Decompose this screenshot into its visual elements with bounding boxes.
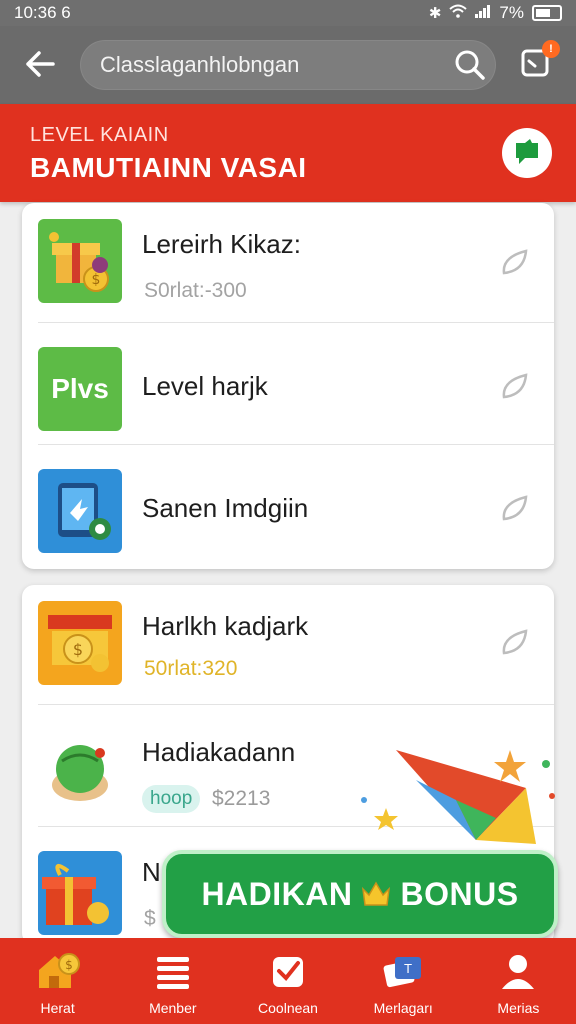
bonus-label-right: BONUS	[400, 875, 519, 912]
list-item[interactable]: Plvs Level harjk	[22, 325, 554, 445]
battery-percent: 7%	[499, 3, 524, 22]
crown-icon	[362, 881, 391, 906]
leaf-edit-icon	[502, 629, 528, 655]
plus-badge-icon: Plvs	[38, 347, 122, 431]
item-title: Lereirh Kikaz:	[142, 229, 301, 259]
back-arrow-icon	[26, 51, 55, 77]
item-title: Harlkh kadjark	[142, 611, 309, 641]
item-subtitle: S0rlat:-300	[144, 279, 247, 302]
bottom-tab-bar: $ Herat Menber Coolnean T Merlagarı Meri…	[0, 938, 576, 1024]
wifi-icon	[449, 4, 468, 22]
tab-label: Merias	[497, 1000, 540, 1016]
search-input[interactable]: Classlaganhlobngan	[100, 52, 299, 78]
home-coin-icon: $	[35, 948, 81, 994]
edit-button[interactable]	[498, 369, 532, 403]
svg-text:$: $	[73, 640, 83, 659]
list-item[interactable]: $ Lereirh Kikaz: S0rlat:-300	[22, 203, 554, 323]
notification-badge: !	[542, 40, 560, 58]
melon-bowl-icon	[38, 727, 122, 811]
svg-text:$: $	[92, 272, 101, 288]
item-title: Level harjk	[142, 371, 268, 401]
bluetooth-icon: ✱	[428, 5, 442, 22]
bonus-button[interactable]: HADIKAN BONUS	[162, 850, 558, 938]
user-icon	[495, 948, 541, 994]
item-price: $2213	[212, 787, 271, 810]
status-bar: 10:36 6 ✱ 7%	[0, 0, 576, 26]
edit-button[interactable]	[498, 491, 532, 525]
gift-stack-icon	[38, 851, 122, 935]
tab-home[interactable]: $ Herat	[0, 938, 115, 1024]
list-item[interactable]: Sanen Imdgiin	[22, 447, 554, 567]
leaf-edit-icon	[502, 249, 528, 275]
tablet-icon	[38, 469, 122, 553]
battery-icon	[532, 5, 562, 21]
search-icon	[455, 50, 485, 80]
svg-text:T: T	[404, 962, 413, 976]
level-banner: LEVEL KAIAIN BAMUTIAINN VASAI	[0, 104, 576, 202]
check-icon	[265, 948, 311, 994]
treasure-icon: $	[38, 601, 122, 685]
leaf-edit-icon	[502, 495, 528, 521]
chat-button[interactable]	[502, 128, 552, 178]
item-subtitle: $	[144, 907, 156, 930]
item-title: Sanen Imdgiin	[142, 493, 309, 523]
edit-button[interactable]	[498, 245, 532, 279]
search-bar[interactable]: Classlaganhlobngan	[80, 40, 496, 90]
gift-box-icon: $	[38, 219, 122, 303]
edit-button[interactable]	[498, 625, 532, 659]
status-icons: ✱ 7%	[429, 3, 562, 23]
tag-chip: hoop	[142, 785, 201, 813]
menu-icon	[150, 948, 196, 994]
tab-label: Merlagarı	[373, 1000, 433, 1016]
tab-label: Menber	[149, 1000, 197, 1016]
cart-button[interactable]: !	[518, 40, 560, 84]
tickets-icon: T	[380, 948, 426, 994]
bonus-label-left: HADIKAN	[201, 875, 353, 912]
app-bar: Classlaganhlobngan !	[0, 26, 576, 104]
tab-label: Herat	[40, 1000, 75, 1016]
search-button[interactable]	[450, 46, 488, 84]
item-title: Hadiakadann	[142, 737, 296, 767]
list-item[interactable]: $ Harlkh kadjark 50rlat:320	[22, 585, 554, 705]
back-button[interactable]	[18, 42, 62, 86]
chat-bubble-icon	[516, 139, 538, 164]
level-card-primary: $ Lereirh Kikaz: S0rlat:-300 Plvs Level …	[22, 203, 554, 569]
level-subtitle: LEVEL KAIAIN	[30, 124, 169, 146]
item-title: N	[142, 857, 161, 887]
tab-menu[interactable]: Menber	[115, 938, 230, 1024]
level-title: BAMUTIAINN VASAI	[30, 152, 307, 183]
tab-profile[interactable]: Merias	[461, 938, 576, 1024]
item-subtitle: 50rlat:320	[144, 657, 238, 680]
leaf-edit-icon	[502, 373, 528, 399]
tab-label: Coolnean	[258, 1000, 318, 1016]
svg-text:$: $	[65, 958, 73, 972]
tab-tickets[interactable]: T Merlagarı	[346, 938, 461, 1024]
tab-checkin[interactable]: Coolnean	[230, 938, 345, 1024]
signal-icon	[475, 4, 491, 22]
status-time: 10:36 6	[14, 3, 71, 22]
